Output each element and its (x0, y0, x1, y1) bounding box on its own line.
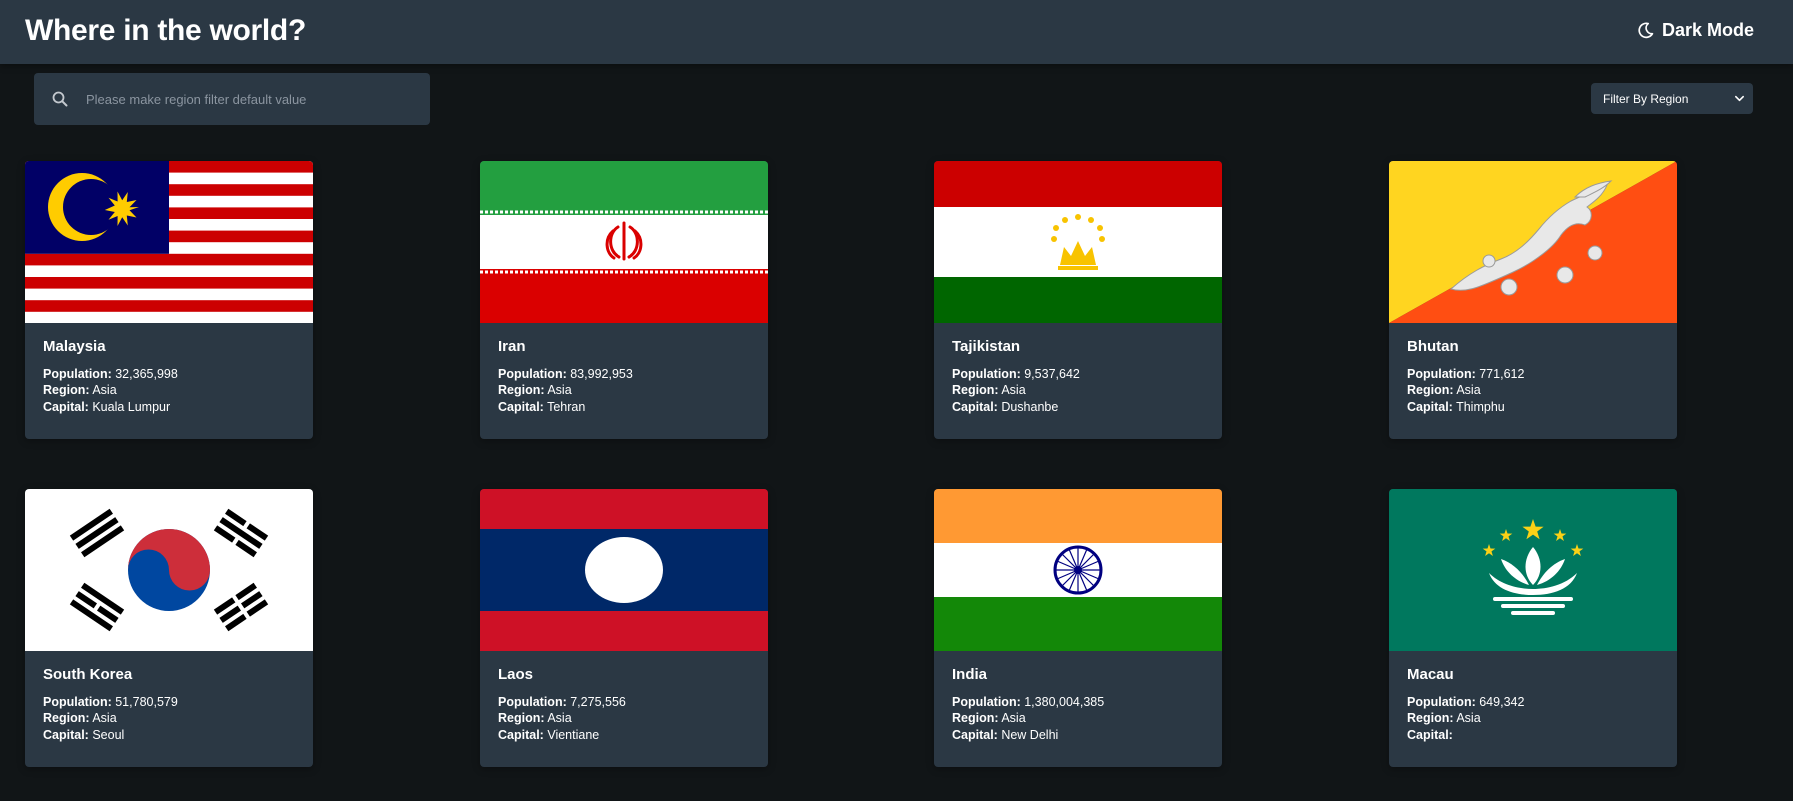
country-region: Region: Asia (1407, 711, 1481, 725)
country-capital: Capital: Vientiane (498, 728, 600, 742)
app-header: Where in the world? Dark Mode (0, 0, 1793, 64)
moon-icon (1638, 22, 1654, 39)
laos-flag (480, 489, 768, 651)
country-name: Malaysia (43, 338, 106, 355)
country-capital: Capital: New Delhi (952, 728, 1059, 742)
country-card-iran[interactable]: Iran Population: 83,992,953 Region: Asia… (480, 161, 768, 439)
country-region: Region: Asia (43, 711, 117, 725)
country-population: Population: 32,365,998 (43, 367, 178, 381)
country-name: India (952, 666, 988, 683)
country-name: Tajikistan (952, 338, 1021, 355)
country-card-south-korea[interactable]: South Korea Population: 51,780,579 Regio… (25, 489, 313, 767)
search-box (34, 73, 430, 125)
country-card-tajikistan[interactable]: Tajikistan Population: 9,537,642 Region:… (934, 161, 1222, 439)
country-card-bhutan[interactable]: Bhutan Population: 771,612 Region: Asia … (1389, 161, 1677, 439)
country-population: Population: 9,537,642 (952, 367, 1080, 381)
country-region: Region: Asia (498, 383, 572, 397)
country-population: Population: 7,275,556 (498, 695, 626, 709)
country-card-macau[interactable]: Macau Population: 649,342 Region: Asia C… (1389, 489, 1677, 767)
country-capital: Capital: (1407, 728, 1453, 742)
iran-flag (480, 161, 768, 323)
region-filter-label: Filter By Region (1603, 91, 1689, 106)
country-capital: Capital: Tehran (498, 400, 586, 414)
dark-mode-label: Dark Mode (1661, 20, 1754, 40)
dark-mode-toggle[interactable]: Dark Mode (1637, 20, 1754, 41)
india-flag (934, 489, 1222, 651)
country-capital: Capital: Seoul (43, 728, 125, 742)
country-population: Population: 771,612 (1407, 367, 1525, 381)
country-capital: Capital: Dushanbe (952, 400, 1059, 414)
bhutan-flag (1389, 161, 1677, 323)
country-card-laos[interactable]: Laos Population: 7,275,556 Region: Asia … (480, 489, 768, 767)
country-name: Laos (498, 666, 534, 683)
country-name: Bhutan (1407, 338, 1459, 355)
country-capital: Capital: Thimphu (1407, 400, 1505, 414)
malaysia-flag (25, 161, 313, 323)
region-filter-select[interactable]: Filter By Region (1591, 83, 1753, 114)
country-region: Region: Asia (952, 711, 1026, 725)
country-population: Population: 83,992,953 (498, 367, 633, 381)
country-name: Iran (498, 338, 526, 355)
country-capital: Capital: Kuala Lumpur (43, 400, 171, 414)
country-card-india[interactable]: India Population: 1,380,004,385 Region: … (934, 489, 1222, 767)
tajikistan-flag (934, 161, 1222, 323)
chevron-down-icon (1735, 95, 1744, 102)
country-region: Region: Asia (1407, 383, 1481, 397)
macau-flag (1389, 489, 1677, 651)
country-card-malaysia[interactable]: Malaysia Population: 32,365,998 Region: … (25, 161, 313, 439)
search-input[interactable] (86, 73, 416, 125)
country-region: Region: Asia (952, 383, 1026, 397)
page-title: Where in the world? (25, 14, 306, 47)
country-region: Region: Asia (43, 383, 117, 397)
country-population: Population: 649,342 (1407, 695, 1525, 709)
search-icon (52, 91, 68, 107)
country-region: Region: Asia (498, 711, 572, 725)
country-name: Macau (1407, 666, 1454, 683)
country-name: South Korea (43, 666, 133, 683)
south-korea-flag (25, 489, 313, 651)
country-population: Population: 1,380,004,385 (952, 695, 1105, 709)
country-population: Population: 51,780,579 (43, 695, 178, 709)
